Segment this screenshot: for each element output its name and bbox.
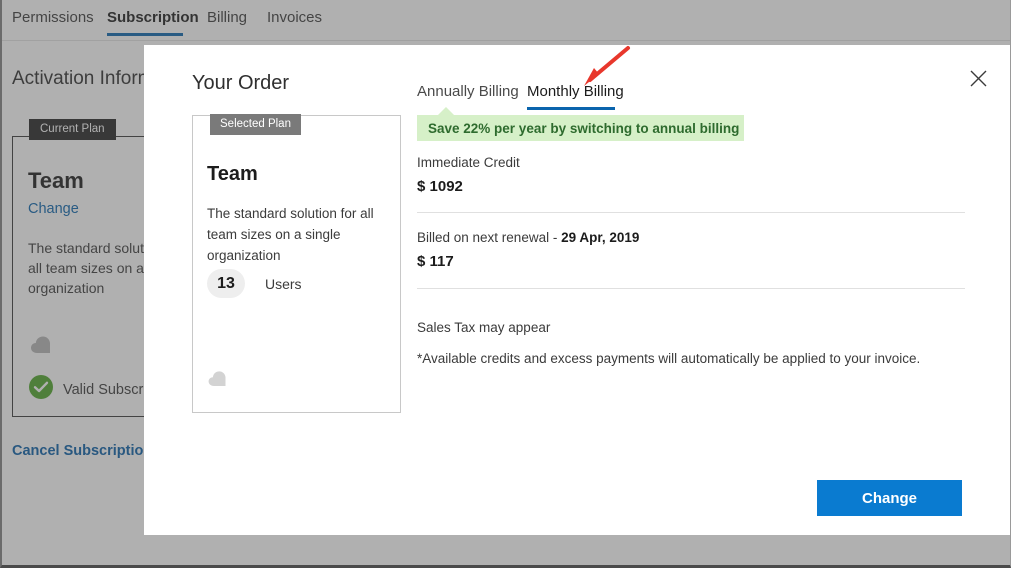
credits-footnote: *Available credits and excess payments w… (417, 351, 921, 366)
selected-plan-badge: Selected Plan (210, 114, 301, 135)
next-renewal-label: Billed on next renewal - 29 Apr, 2019 (417, 230, 640, 245)
divider (417, 288, 965, 289)
tab-monthly-billing-underline (527, 107, 615, 110)
selected-plan-title: Team (207, 163, 258, 185)
users-count-pill: 13 (207, 269, 245, 298)
cloud-icon (207, 370, 233, 393)
annual-savings-banner: Save 22% per year by switching to annual… (417, 115, 744, 141)
order-heading: Your Order (192, 72, 290, 94)
change-button[interactable]: Change (817, 480, 962, 516)
annual-savings-text: Save 22% per year by switching to annual… (428, 120, 740, 136)
close-icon[interactable] (960, 60, 996, 96)
immediate-credit-amount: $ 1092 (417, 178, 463, 195)
order-modal: Your Order Selected Plan Team The standa… (144, 45, 1010, 535)
app-window: Permissions Subscription Billing Invoice… (0, 0, 1011, 568)
sales-tax-note: Sales Tax may appear (417, 320, 551, 335)
tab-monthly-billing[interactable]: Monthly Billing (527, 83, 624, 100)
next-renewal-amount: $ 117 (417, 253, 454, 270)
selected-plan-users: 13 Users (207, 269, 302, 298)
divider (417, 212, 965, 213)
users-label: Users (265, 275, 302, 292)
immediate-credit-label: Immediate Credit (417, 155, 520, 170)
selected-plan-description: The standard solution for all team sizes… (207, 206, 374, 263)
tab-annually-billing[interactable]: Annually Billing (417, 83, 519, 100)
